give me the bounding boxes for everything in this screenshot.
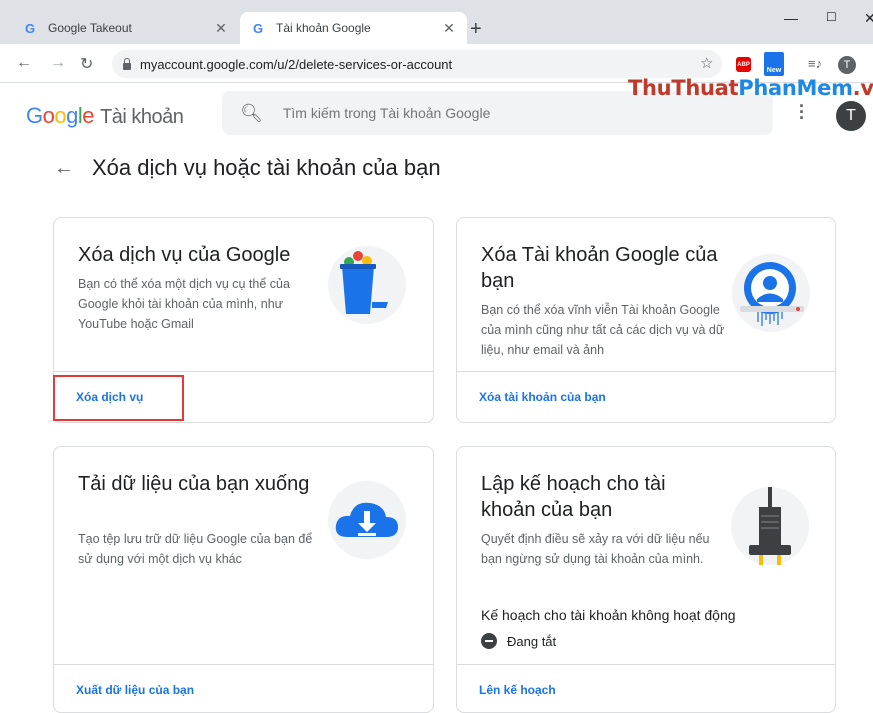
disabled-status-icon [481,633,497,649]
close-window-button[interactable]: ✕ [864,10,873,27]
tab-google-account[interactable]: G Tài khoản Google ✕ [240,12,467,44]
search-input[interactable] [282,105,763,121]
card-description: Bạn có thể xóa một dịch vụ cụ thể của Go… [78,277,290,331]
url-text: myaccount.google.com/u/2/delete-services… [140,56,453,72]
browser-chrome: G Google Takeout ✕ G Tài khoản Google ✕ … [0,0,873,83]
card-description: Tạo tệp lưu trữ dữ liệu Google của bạn đ… [78,532,313,566]
close-tab-icon[interactable]: ✕ [213,20,229,37]
more-options-icon[interactable]: · · · [799,97,805,127]
delete-account-link[interactable]: Xóa tài khoản của bạn [479,390,606,404]
google-wordmark: Google [26,103,95,128]
page-title: Xóa dịch vụ hoặc tài khoản của bạn [92,155,441,180]
google-account-logo[interactable]: Google Tài khoản [26,103,184,129]
card-divider [457,664,835,665]
card-divider [54,664,433,665]
highlight-box [53,375,184,421]
inactive-account-plan-label: Kế hoạch cho tài khoản không hoạt động [481,607,736,623]
status-text: Đang tắt [507,633,557,649]
google-favicon-icon: G [252,20,264,36]
lock-icon [122,58,132,70]
export-data-link[interactable]: Xuất dữ liệu của bạn [76,683,194,697]
card-title: Lập kế hoạch cho tài khoản của bạn [481,473,666,521]
card-title: Tải dữ liệu của bạn xuống [78,473,310,495]
card-description: Bạn có thể xóa vĩnh viễn Tài khoản Googl… [481,303,725,357]
logo-letter: o [42,103,55,128]
back-button[interactable]: ← [16,54,32,72]
logo-letter: o [54,103,67,128]
card-divider [54,371,433,372]
card-divider [457,371,835,372]
card-delete-account: Xóa Tài khoản Google của bạn Bạn có thể … [456,217,836,423]
adblock-plus-icon[interactable]: ABP [736,57,751,72]
logo-letter: g [66,103,78,128]
account-shredder-illustration-icon [732,254,810,332]
watermark-logo: ThuThuatPhanMem.vn [628,76,873,100]
browser-profile-avatar[interactable]: T [838,56,856,74]
tab-title: Tài khoản Google [276,21,371,35]
logo-letter: e [82,103,95,128]
logo-letter: G [26,103,43,128]
card-plan-account: Lập kế hoạch cho tài khoản của bạn Quyết… [456,446,836,713]
cloud-download-illustration-icon [328,481,406,559]
card-description: Quyết định điều sẽ xảy ra với dữ liệu nế… [481,532,710,566]
reload-button[interactable]: ↻ [80,54,93,74]
tab-title: Google Takeout [48,21,132,35]
back-arrow-icon[interactable]: ← [54,157,74,180]
plan-status: Đang tắt [481,633,556,649]
make-plan-link[interactable]: Lên kế hoạch [479,683,556,697]
trash-can-illustration-icon [328,246,406,324]
bookmark-star-icon[interactable]: ☆ [700,54,713,72]
card-download-data: Tải dữ liệu của bạn xuống Tạo tệp lưu tr… [53,446,434,713]
card-title: Xóa dịch vụ của Google [78,244,291,266]
page-title-row: ← Xóa dịch vụ hoặc tài khoản của bạn [54,155,441,181]
media-control-icon[interactable]: ≡♪ [808,56,822,71]
search-icon: 🔍︎ [240,102,263,123]
new-tab-button[interactable]: + [470,19,482,39]
forward-button[interactable]: → [50,54,66,72]
extension-new-icon[interactable]: New [764,52,784,76]
close-tab-icon[interactable]: ✕ [441,20,457,37]
minimize-button[interactable]: — [784,10,798,26]
maximize-button[interactable]: ☐ [826,10,837,24]
power-plug-illustration-icon [731,487,809,565]
account-avatar[interactable]: T [836,101,866,131]
tab-google-takeout[interactable]: G Google Takeout ✕ [12,12,239,44]
address-bar[interactable]: myaccount.google.com/u/2/delete-services… [112,50,722,78]
product-name: Tài khoản [100,106,184,128]
google-favicon-icon: G [24,20,36,36]
card-title: Xóa Tài khoản Google của bạn [481,244,718,292]
tab-strip: G Google Takeout ✕ G Tài khoản Google ✕ … [0,0,873,44]
